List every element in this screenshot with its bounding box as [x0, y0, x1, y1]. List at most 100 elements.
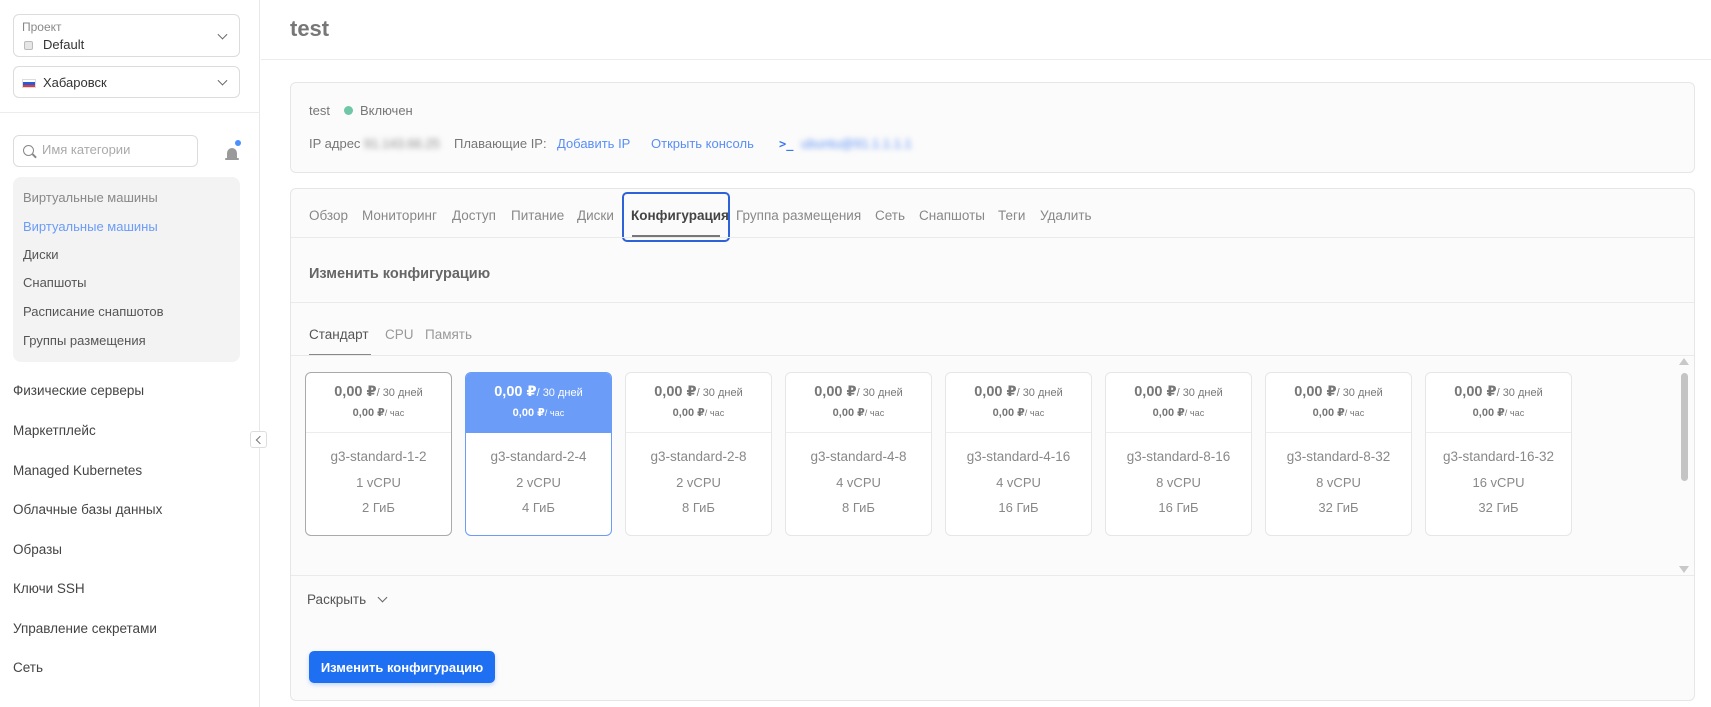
vm-info-card: test Включен IP адрес 91.143.66.25 Плава… [290, 82, 1695, 173]
notification-dot [235, 140, 241, 146]
sidebar-item-ssh-keys[interactable]: Ключи SSH [13, 581, 85, 596]
russia-flag-icon [22, 79, 36, 88]
collapse-sidebar-button[interactable] [250, 431, 267, 448]
search-icon [23, 145, 34, 156]
config-name: g3-standard-4-16 [966, 449, 1071, 464]
config-name: g3-standard-1-2 [330, 449, 427, 464]
project-label: Проект [22, 20, 62, 34]
change-configuration-button[interactable]: Изменить конфигурацию [309, 651, 495, 683]
sidebar-item-databases[interactable]: Облачные базы данных [13, 502, 162, 517]
add-ip-link[interactable]: Добавить IP [557, 136, 630, 151]
scroll-up-arrow-icon[interactable] [1679, 358, 1689, 365]
section-title: Изменить конфигурацию [309, 266, 491, 282]
expand-toggle[interactable]: Раскрыть [307, 592, 366, 607]
tab-disks[interactable]: Диски [577, 208, 614, 223]
sidebar-item-secrets[interactable]: Управление секретами [13, 621, 157, 636]
vm-name: test [309, 103, 330, 118]
chevron-down-icon[interactable] [377, 592, 388, 603]
sidebar-item-physical-servers[interactable]: Физические серверы [13, 383, 144, 398]
config-card[interactable]: 0,00 ₽/ 30 дней 0,00 ₽/ час g3-standard-… [305, 372, 452, 536]
open-console-link[interactable]: Открыть консоль [651, 136, 754, 151]
config-ram: 32 ГиБ [1318, 500, 1359, 515]
tab-snapshots[interactable]: Снапшоты [919, 208, 985, 223]
tab-network[interactable]: Сеть [875, 208, 905, 223]
tab-placement-group[interactable]: Группа размещения [736, 208, 861, 223]
tab-delete[interactable]: Удалить [1040, 208, 1092, 223]
tab-access[interactable]: Доступ [452, 208, 496, 223]
config-cpu: 8 vCPU [1316, 475, 1361, 490]
config-cpu: 1 vCPU [356, 475, 401, 490]
hour-unit: / час [1184, 408, 1205, 418]
month-unit: / 30 дней [1016, 387, 1063, 399]
config-card-price: 0,00 ₽/ 30 дней 0,00 ₽/ час [946, 373, 1091, 433]
config-name: g3-standard-8-16 [1126, 449, 1231, 464]
price-hour: 0,00 ₽ [832, 407, 865, 419]
sidebar-divider [0, 112, 260, 113]
subtab-cpu[interactable]: CPU [385, 327, 414, 342]
price-month: 0,00 ₽ [1294, 384, 1337, 400]
config-card-price: 0,00 ₽/ 30 дней 0,00 ₽/ час [1106, 373, 1251, 433]
sidebar-item-kubernetes[interactable]: Managed Kubernetes [13, 463, 142, 478]
subtab-standard[interactable]: Стандарт [309, 327, 369, 342]
config-card[interactable]: 0,00 ₽/ 30 дней 0,00 ₽/ час g3-standard-… [1425, 372, 1572, 536]
month-unit: / 30 дней [376, 387, 423, 399]
tab-monitoring[interactable]: Мониторинг [362, 208, 437, 223]
sidebar-item-network[interactable]: Сеть [13, 660, 43, 675]
chevron-down-icon [217, 75, 228, 86]
sidebar-subitem-snapshot-schedule[interactable]: Расписание снапшотов [23, 304, 164, 319]
config-ram: 16 ГиБ [1158, 500, 1199, 515]
search-input[interactable] [42, 142, 192, 157]
ssh-command[interactable]: ubuntu@91.1.1.1.1 [801, 136, 912, 151]
section-divider [291, 302, 1694, 303]
tabs-divider [291, 237, 1694, 238]
tab-tags[interactable]: Теги [998, 208, 1025, 223]
project-value: Default [43, 37, 85, 52]
config-card[interactable]: 0,00 ₽/ 30 дней 0,00 ₽/ час g3-standard-… [945, 372, 1092, 536]
month-unit: / 30 дней [696, 387, 743, 399]
hour-unit: / час [704, 408, 725, 418]
config-card[interactable]: 0,00 ₽/ 30 дней 0,00 ₽/ час g3-standard-… [625, 372, 772, 536]
price-month: 0,00 ₽ [814, 384, 857, 400]
sidebar: Проект Default Хабаровск Виртуальные маш… [0, 0, 260, 707]
price-month: 0,00 ₽ [654, 384, 697, 400]
price-hour: 0,00 ₽ [672, 407, 705, 419]
config-card[interactable]: 0,00 ₽/ 30 дней 0,00 ₽/ час g3-standard-… [1265, 372, 1412, 536]
sidebar-item-images[interactable]: Образы [13, 542, 62, 557]
sidebar-subitem-vm-header[interactable]: Виртуальные машины [23, 190, 158, 205]
notifications-bell-icon[interactable] [224, 140, 241, 162]
category-search[interactable] [13, 135, 198, 167]
project-select[interactable]: Проект Default [13, 14, 240, 57]
config-cpu: 4 vCPU [836, 475, 881, 490]
sidebar-subitem-disks[interactable]: Диски [23, 247, 59, 262]
config-name: g3-standard-8-32 [1286, 449, 1391, 464]
scroll-down-arrow-icon[interactable] [1679, 566, 1689, 573]
hour-unit: / час [1504, 408, 1525, 418]
tab-configuration[interactable]: Конфигурация [631, 208, 729, 223]
config-card-price: 0,00 ₽/ 30 дней 0,00 ₽/ час [466, 373, 611, 433]
status-dot-icon [344, 106, 353, 115]
terminal-icon: >_ [779, 137, 794, 151]
month-unit: / 30 дней [1496, 387, 1543, 399]
month-unit: / 30 дней [1176, 387, 1223, 399]
config-card-price: 0,00 ₽/ 30 дней 0,00 ₽/ час [306, 373, 451, 433]
region-select[interactable]: Хабаровск [13, 66, 240, 98]
ip-value: 91.143.66.25 [364, 136, 440, 151]
sidebar-item-marketplace[interactable]: Маркетплейс [13, 423, 96, 438]
tab-overview[interactable]: Обзор [309, 208, 348, 223]
config-ram: 32 ГиБ [1478, 500, 1519, 515]
config-ram: 8 ГиБ [842, 500, 875, 515]
price-month: 0,00 ₽ [1134, 384, 1177, 400]
config-ram: 16 ГиБ [998, 500, 1039, 515]
chevron-down-icon [217, 29, 228, 40]
tab-power[interactable]: Питание [511, 208, 564, 223]
sidebar-subitem-snapshots[interactable]: Снапшоты [23, 275, 87, 290]
config-card-selected[interactable]: 0,00 ₽/ 30 дней 0,00 ₽/ час g3-standard-… [465, 372, 612, 536]
sidebar-subitem-placement-groups[interactable]: Группы размещения [23, 333, 146, 348]
subtab-memory[interactable]: Память [425, 327, 472, 342]
config-cpu: 2 vCPU [676, 475, 721, 490]
config-card[interactable]: 0,00 ₽/ 30 дней 0,00 ₽/ час g3-standard-… [1105, 372, 1252, 536]
config-card[interactable]: 0,00 ₽/ 30 дней 0,00 ₽/ час g3-standard-… [785, 372, 932, 536]
config-name: g3-standard-2-4 [490, 449, 587, 464]
scrollbar-thumb[interactable] [1681, 373, 1688, 481]
sidebar-subitem-vm[interactable]: Виртуальные машины [23, 219, 158, 234]
